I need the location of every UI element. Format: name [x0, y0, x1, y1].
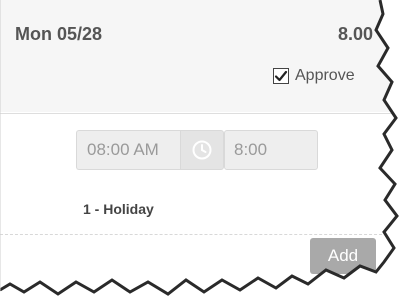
approve-toggle[interactable]: Approve	[273, 66, 355, 86]
clock-button[interactable]	[180, 130, 224, 170]
header-divider	[0, 113, 392, 114]
approve-label: Approve	[295, 67, 355, 84]
day-total-hours: 8.00	[338, 24, 374, 44]
pay-code-label: 1 - Holiday	[83, 201, 154, 217]
day-header: Mon 05/28 8.00 Approve	[0, 0, 392, 112]
start-time-input[interactable]: 08:00 AM	[76, 130, 180, 170]
day-card: Mon 05/28 8.00 Approve 08:00 AM 8:00 1 -…	[0, 0, 406, 301]
start-time-picker: 08:00 AM	[76, 130, 224, 170]
entry-divider	[0, 234, 392, 235]
clock-icon	[192, 140, 212, 160]
day-date: Mon 05/28	[15, 24, 103, 44]
duration-input[interactable]: 8:00	[224, 130, 318, 170]
add-button[interactable]: Add	[310, 238, 376, 274]
approve-checkbox[interactable]	[273, 68, 289, 84]
check-icon	[274, 70, 288, 82]
